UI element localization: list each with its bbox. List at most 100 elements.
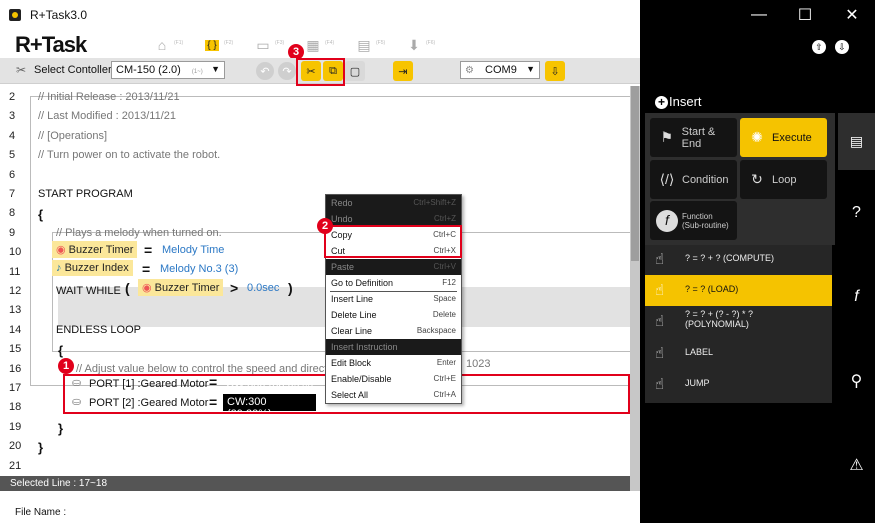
line-text: // [Operations] [38, 129, 108, 142]
code-line[interactable]: 8{ [0, 204, 630, 223]
download-to-robot-icon[interactable]: ⇩ [545, 61, 565, 81]
menu-item-label: Insert Instruction [331, 342, 398, 352]
scrollbar-thumb[interactable] [631, 86, 639, 261]
instruction-item[interactable]: ☝ LABEL [645, 338, 832, 369]
editor-scrollbar[interactable] [630, 86, 640, 491]
line-number: 4 [9, 129, 16, 142]
code-line[interactable]: 14 ENDLESS LOOP [0, 321, 630, 340]
redo-icon[interactable]: ↷ [278, 62, 296, 80]
exit-icon[interactable]: ⇥ [393, 61, 413, 81]
controller-select[interactable]: CM-150 (2.0) (1~) ▼ [111, 61, 225, 79]
badge-2: 2 [317, 218, 333, 234]
port-select[interactable]: ⚙ COM9 ▼ [460, 61, 540, 79]
code-line[interactable]: 21 [0, 457, 630, 476]
buzzer-timer-label[interactable]: ◉ Buzzer Timer [138, 279, 224, 296]
line-text: { [38, 207, 44, 223]
menu-item-shortcut: Delete [432, 310, 456, 319]
code-line[interactable]: 13 [0, 301, 630, 320]
instruction-label: JUMP [685, 378, 710, 388]
file-bar: File Name : [0, 503, 640, 523]
help-tab[interactable]: ? [838, 200, 875, 226]
execute-button[interactable]: ✺ Execute [740, 118, 827, 157]
close-button[interactable]: ✕ [829, 0, 875, 30]
context-menu-item[interactable]: Clear Line Backspace [326, 323, 461, 339]
instruction-item[interactable]: ☝ ? = ? + ? (COMPUTE) [645, 244, 832, 275]
buzzer-timer-label[interactable]: ◉ Buzzer Timer [52, 241, 138, 258]
gear-icon: ⚙ [465, 65, 474, 76]
function-button[interactable]: f Function (Sub-routine) [650, 201, 737, 240]
menu-item-label: Go to Definition [331, 278, 394, 288]
context-menu-item[interactable]: Enable/Disable Ctrl+E [326, 371, 461, 387]
menu-item-label: Select All [331, 390, 369, 400]
context-menu-item[interactable]: Insert Line Space [326, 291, 461, 307]
minimize-button[interactable]: — [736, 0, 782, 30]
buzzer-index-label[interactable]: ♪ Buzzer Index [52, 260, 133, 276]
line-number: 18 [9, 401, 22, 414]
melody-no-value[interactable]: Melody No.3 (3) [160, 263, 238, 275]
chevron-down-icon: ▼ [526, 64, 535, 74]
instruction-item[interactable]: ☝ ? = ? (LOAD) [645, 275, 832, 306]
wait-value[interactable]: 0.0sec [247, 282, 279, 294]
maximize-button[interactable]: ☐ [782, 0, 828, 30]
hand-pointer-icon: ☝ [655, 313, 665, 330]
context-menu-item: Insert Instruction [326, 339, 461, 355]
code-line[interactable]: 15 { [0, 340, 630, 359]
status-bar: Selected Line : 17~18 [0, 476, 630, 491]
warning-tab[interactable]: ⚠ [838, 452, 875, 478]
task-code-icon[interactable]: { } (F2) [202, 36, 233, 54]
code-line[interactable]: 9 // Plays a melody when turned on. [0, 224, 630, 243]
context-menu-item[interactable]: Select All Ctrl+A [326, 387, 461, 403]
instruction-item[interactable]: ☝ JUMP [645, 369, 832, 400]
comment-tab[interactable]: ▤ [838, 113, 875, 170]
code-line[interactable]: 6 [0, 166, 630, 185]
hand-pointer-icon: ☝ [655, 345, 665, 362]
code-line[interactable]: 3 // Last Modified : 2013/11/21 [0, 107, 630, 126]
selected-lines-status: Selected Line : 17~18 [10, 478, 108, 489]
context-menu-item[interactable]: Edit Block Enter [326, 355, 461, 371]
highlight-box-toolbar [296, 58, 345, 86]
search-tab[interactable]: ⚲ [838, 368, 875, 394]
context-menu-item: Redo Ctrl+Shift+Z [326, 195, 461, 211]
context-menu-item[interactable]: Delete Line Delete [326, 307, 461, 323]
menu-item-label: Edit Block [331, 358, 372, 368]
code-line[interactable]: 4 // [Operations] [0, 127, 630, 146]
start-end-button[interactable]: ⚑ Start & End [650, 118, 737, 157]
code-line[interactable]: 2 // Initial Release : 2013/11/21 [0, 88, 630, 107]
code-line[interactable]: 12 WAIT WHILE [0, 282, 630, 301]
paste-icon[interactable]: ▢ [345, 61, 365, 81]
code-line[interactable]: 19} [0, 418, 630, 437]
home-icon[interactable]: ⌂ (F1) [152, 36, 183, 54]
line-text: // Plays a melody when turned on. [56, 226, 222, 239]
menu-item-label: Redo [331, 198, 353, 208]
line-number: 20 [9, 440, 22, 453]
context-menu-item[interactable]: Go to Definition F12 [326, 275, 461, 291]
plus-icon: + [655, 96, 668, 109]
function-tab[interactable]: f [838, 284, 875, 310]
line-number: 5 [9, 149, 16, 162]
condition-button[interactable]: ⟨/⟩ Condition [650, 160, 737, 199]
app-logo: R+Task [15, 32, 87, 57]
clapper-icon[interactable]: ▤ (F5) [354, 36, 385, 54]
download-icon[interactable]: ⬇ (F6) [404, 36, 435, 54]
line-number: 12 [9, 285, 22, 297]
melody-time-value[interactable]: Melody Time [162, 244, 224, 256]
film-icon[interactable]: ▦ (F4) [303, 36, 334, 54]
menu-item-label: Enable/Disable [331, 374, 392, 384]
code-line[interactable]: 7 START PROGRAM [0, 185, 630, 204]
loop-button[interactable]: ↻ Loop [740, 160, 827, 199]
line-number: 7 [9, 188, 16, 200]
function-icon: f [656, 209, 678, 232]
menu-item-label: Paste [331, 262, 355, 272]
monitor-icon[interactable]: ▭ (F3) [253, 36, 284, 54]
paren-close: ) [288, 280, 293, 296]
instruction-label: ? = ? (LOAD) [685, 284, 739, 294]
line-number: 17 [9, 382, 22, 394]
code-line[interactable]: 20} [0, 437, 630, 456]
code-line[interactable]: 5 // Turn power on to activate the robot. [0, 146, 630, 165]
line-text: // Last Modified : 2013/11/21 [38, 110, 176, 123]
undo-icon[interactable]: ↶ [256, 62, 274, 80]
download-circle-icon[interactable]: ⇩ [835, 40, 849, 54]
upload-circle-icon[interactable]: ⇧ [812, 40, 826, 54]
line-text: START PROGRAM [38, 188, 133, 200]
instruction-item[interactable]: ☝ ? = ? + (? - ?) * ? (POLYNOMIAL) [645, 306, 832, 337]
